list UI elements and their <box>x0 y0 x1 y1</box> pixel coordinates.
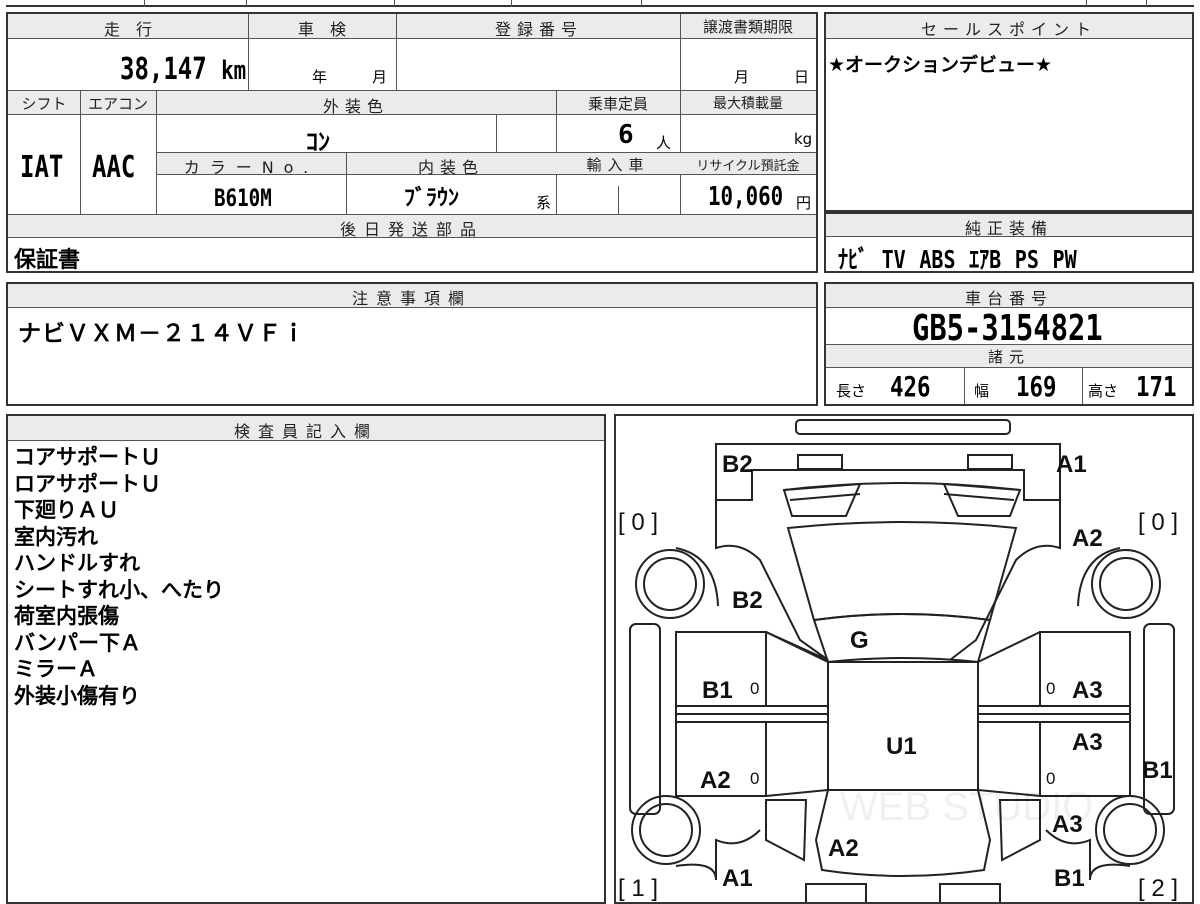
zero-mark: 0 <box>750 679 759 698</box>
shaken-label: 車 検 <box>297 20 346 39</box>
zero-mark: 0 <box>1046 679 1055 698</box>
damage-label: B2 <box>732 587 763 614</box>
mileage-label: 走 行 <box>103 20 152 39</box>
transfer-deadline-label: 譲渡書類期限 <box>702 18 793 36</box>
width-label: 幅 <box>974 382 990 400</box>
aircon-label: エアコン <box>87 95 148 113</box>
damage-label: B1 <box>1142 757 1173 784</box>
car-diagram: [ 0 ] [ 0 ] [ 1 ] [ 2 ] B2 A1 A2 B2 G B1… <box>618 419 1178 902</box>
damage-label: A3 <box>1072 729 1103 756</box>
mileage-unit: km <box>221 56 247 86</box>
list-item: 外装小傷有り <box>14 683 140 708</box>
damage-label: A1 <box>1056 451 1087 478</box>
damage-label: A2 <box>700 767 731 794</box>
length-label: 長さ <box>836 382 867 400</box>
shift-value: IAT <box>20 150 64 185</box>
watermark: WEB STUDIO <box>840 785 1093 829</box>
import-label: 輸入車 <box>586 156 650 174</box>
notes-label: 注意事項欄 <box>351 289 472 308</box>
list-item: ハンドルすれ <box>14 551 140 575</box>
later-parts-label: 後日発送部品 <box>339 220 484 239</box>
tire-rr-label: [ 2 ] <box>1138 875 1178 902</box>
damage-label: A3 <box>1072 677 1103 704</box>
deadline-day-unit: 日 <box>794 68 810 86</box>
tire-rl-label: [ 1 ] <box>618 875 658 902</box>
list-item: 荷室内張傷 <box>14 604 119 628</box>
inspector-box: 検査員記入欄 コアサポートＵ ロアサポートＵ 下廻りＡＵ 室内汚れ ハンドルすれ… <box>6 414 606 904</box>
list-item: ロアサポートＵ <box>14 471 161 496</box>
max-load-unit: kg <box>794 130 813 148</box>
info-table: 走 行 車 検 登録番号 譲渡書類期限 38,147 km 年 月 月 日 シフ… <box>6 12 818 273</box>
height-value: 171 <box>1136 370 1177 403</box>
interior-color-suffix: 系 <box>536 194 552 212</box>
sales-point-label: セールスポイント <box>920 20 1097 39</box>
car-diagram-box: [ 0 ] [ 0 ] [ 1 ] [ 2 ] B2 A1 A2 B2 G B1… <box>614 414 1194 904</box>
damage-label: A2 <box>1072 525 1103 552</box>
shift-label: シフト <box>21 95 67 113</box>
chassis-label: 車台番号 <box>964 289 1053 308</box>
damage-label: U1 <box>886 733 917 760</box>
capacity-value: 6 <box>618 120 634 150</box>
recycle-value: 10,060 <box>708 182 784 212</box>
recycle-unit: 円 <box>796 194 812 212</box>
top-strip <box>6 0 1194 7</box>
sales-point-box: セールスポイント ★オークションデビュー★ <box>824 12 1194 212</box>
capacity-unit: 人 <box>656 134 672 152</box>
genuine-equipment-box: 純正装備 ﾅﾋﾞ TV ABS ｴｱB PS PW <box>824 212 1194 274</box>
tire-fr-label: [ 0 ] <box>1138 509 1178 536</box>
list-item: コアサポートＵ <box>14 445 161 469</box>
length-value: 426 <box>890 370 931 403</box>
damage-label: B2 <box>722 451 753 478</box>
damage-label: B1 <box>702 677 733 704</box>
recycle-label: リサイクル預託金 <box>696 159 800 174</box>
zero-mark: 0 <box>750 769 759 788</box>
registration-label: 登録番号 <box>494 20 583 39</box>
inspector-list: コアサポートＵ ロアサポートＵ 下廻りＡＵ 室内汚れ ハンドルすれ シートすれ小… <box>14 444 224 709</box>
genuine-equipment-value: ﾅﾋﾞ TV ABS ｴｱB PS PW <box>838 245 1077 274</box>
list-item: シートすれ小、へたり <box>14 577 224 602</box>
list-item: 室内汚れ <box>14 524 98 549</box>
later-parts-value: 保証書 <box>14 248 81 273</box>
notes-box: 注意事項欄 ナビＶＸＭ－２１４ＶＦｉ <box>6 282 818 406</box>
color-no-label: カラーNo. <box>183 158 319 177</box>
chassis-value: GB5-3154821 <box>912 308 1103 349</box>
aircon-value: AAC <box>92 150 136 185</box>
mileage-value: 38,147 <box>120 52 207 87</box>
max-load-label: 最大積載量 <box>713 96 783 112</box>
list-item: 下廻りＡＵ <box>14 498 119 522</box>
damage-label: G <box>850 627 869 654</box>
list-item: バンパー下Ａ <box>14 630 142 655</box>
notes-value: ナビＶＸＭ－２１４ＶＦｉ <box>18 321 306 347</box>
width-value: 169 <box>1016 370 1057 403</box>
damage-label: B1 <box>1054 865 1085 892</box>
color-no-value: B610M <box>214 184 272 212</box>
deadline-month-unit: 月 <box>734 68 750 86</box>
interior-color-label: 内装色 <box>417 158 484 177</box>
shaken-year-unit: 年 <box>312 68 328 86</box>
list-item: ミラーＡ <box>14 657 98 681</box>
inspector-label: 検査員記入欄 <box>233 422 378 441</box>
height-label: 高さ <box>1088 382 1119 400</box>
chassis-box: 車台番号 GB5-3154821 諸元 長さ 426 幅 169 高さ 171 <box>824 282 1194 406</box>
damage-label: A1 <box>722 865 753 892</box>
genuine-equipment-label: 純正装備 <box>964 219 1053 238</box>
interior-color-value: ﾌﾞﾗｳﾝ <box>404 186 460 211</box>
tire-fl-label: [ 0 ] <box>618 509 658 536</box>
specs-label: 諸元 <box>987 348 1030 366</box>
shaken-month-unit: 月 <box>372 68 388 86</box>
sales-point-value: ★オークションデビュー★ <box>828 54 1053 76</box>
damage-label: A2 <box>828 835 859 862</box>
capacity-label: 乗車定員 <box>587 95 648 113</box>
